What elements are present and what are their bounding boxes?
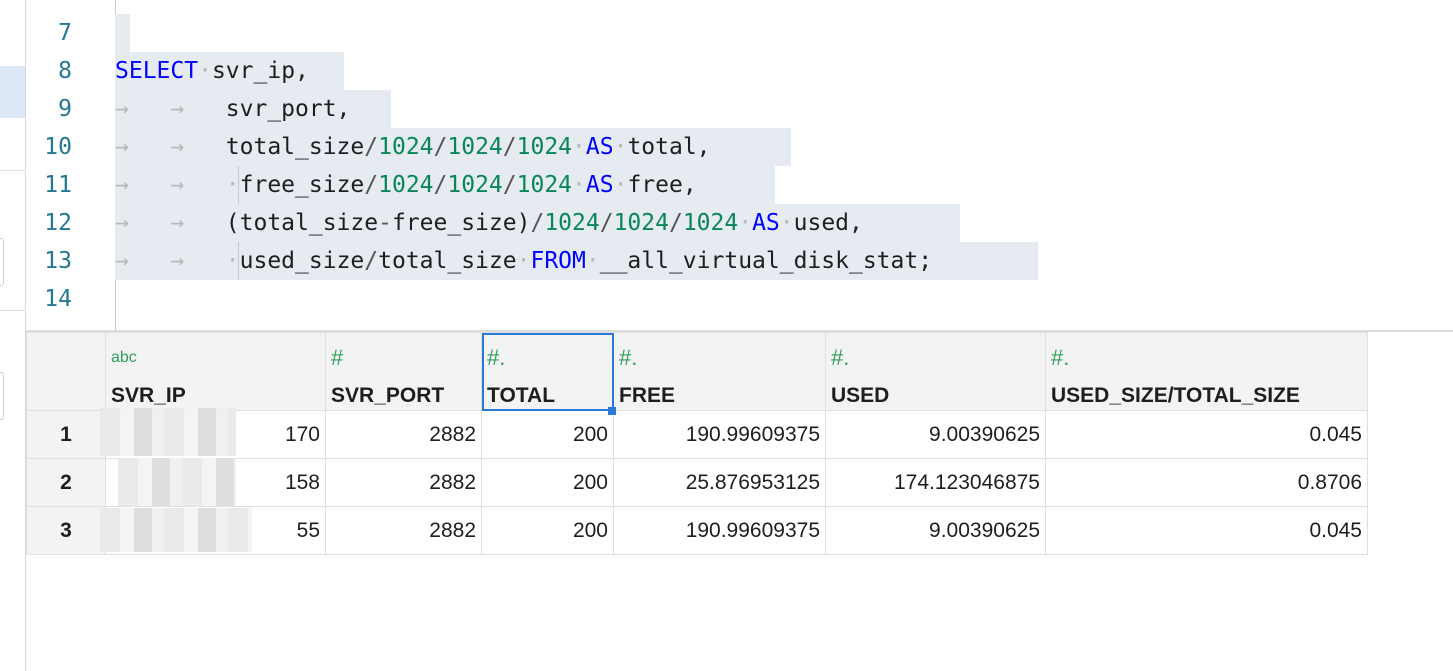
decimal-type-icon: #.	[831, 345, 850, 370]
line-number: 14	[44, 286, 72, 312]
column-selection-handle[interactable]	[608, 407, 616, 415]
redacted-ip	[100, 508, 252, 552]
editor-line[interactable]: 9 → → svr_port,	[26, 90, 1453, 128]
code-text: SELECT·svr_ip,	[115, 58, 309, 84]
code-text: → → (total_size-free_size)/1024/1024/102…	[115, 210, 863, 236]
text-type-icon: abc	[111, 349, 137, 366]
decimal-type-icon: #.	[1051, 345, 1070, 370]
identifier: svr_ip,	[211, 58, 309, 84]
keyword-as: AS	[585, 134, 614, 160]
column-header-label: SVR_PORT	[331, 384, 445, 407]
column-header-label: SVR_IP	[111, 384, 186, 407]
column-header-total[interactable]: #. TOTAL	[481, 332, 614, 411]
identifier: __all_virtual_disk_stat;	[599, 248, 933, 274]
column-header-label: TOTAL	[487, 384, 556, 407]
left-panel-control[interactable]	[0, 238, 4, 286]
number-type-icon: #	[331, 345, 344, 370]
line-number: 12	[44, 210, 72, 236]
editor-line[interactable]: 8 SELECT·svr_ip,	[26, 52, 1453, 90]
row-number[interactable]: 2	[26, 458, 106, 507]
cell-svr-port[interactable]: 2882	[325, 458, 482, 507]
column-header-svr-ip[interactable]: abc SVR_IP	[105, 332, 326, 411]
column-header-used-ratio[interactable]: #. USED_SIZE/TOTAL_SIZE	[1045, 332, 1368, 411]
decimal-type-icon: #.	[487, 345, 506, 370]
identifier: total_size	[378, 248, 517, 274]
line-number: 7	[58, 20, 72, 46]
keyword-as: AS	[585, 172, 614, 198]
cell-used-ratio[interactable]: 0.8706	[1045, 458, 1368, 507]
line-number: 9	[58, 96, 72, 122]
left-panel-strip	[0, 0, 26, 671]
redacted-ip	[118, 458, 236, 506]
row-number-header[interactable]	[26, 332, 106, 411]
identifier: total_size	[225, 134, 365, 160]
redacted-ip	[100, 408, 236, 456]
keyword-from: FROM	[530, 248, 586, 274]
line-number: 8	[58, 58, 72, 84]
cell-used[interactable]: 174.123046875	[825, 458, 1046, 507]
column-header-label: USED_SIZE/TOTAL_SIZE	[1051, 384, 1300, 407]
column-header-label: USED	[831, 384, 890, 407]
column-header-svr-port[interactable]: # SVR_PORT	[325, 332, 482, 411]
cell-used[interactable]: 9.00390625	[825, 410, 1046, 459]
cell-free[interactable]: 190.99609375	[613, 410, 826, 459]
decimal-type-icon: #.	[619, 345, 638, 370]
editor-line[interactable]: 14	[26, 280, 1453, 318]
identifier: used,	[793, 210, 863, 236]
identifier: total,	[627, 134, 711, 160]
sql-editor[interactable]: 7 8 SELECT·svr_ip, 9 → → svr_port, 10 → …	[26, 0, 1453, 330]
line-number: 11	[44, 172, 72, 198]
editor-line[interactable]: 10 → → total_size/1024/1024/1024·AS·tota…	[26, 128, 1453, 166]
left-panel-divider	[0, 310, 25, 311]
cell-svr-port[interactable]: 2882	[325, 410, 482, 459]
row-number[interactable]: 1	[26, 410, 106, 459]
cell-total[interactable]: 200	[481, 506, 614, 555]
column-header-used[interactable]: #. USED	[825, 332, 1046, 411]
identifier: free_size	[239, 172, 365, 198]
row-number[interactable]: 3	[26, 506, 106, 555]
identifier: svr_port,	[225, 96, 351, 122]
cell-free[interactable]: 25.876953125	[613, 458, 826, 507]
identifier: free,	[627, 172, 697, 198]
identifier: used_size	[239, 248, 365, 274]
cell-total[interactable]: 200	[481, 458, 614, 507]
editor-line[interactable]: 7	[26, 14, 1453, 52]
column-header-label: FREE	[619, 384, 676, 407]
left-panel-divider	[0, 170, 25, 171]
editor-line[interactable]: 13 → → ·used_size/total_size·FROM·__all_…	[26, 242, 1453, 280]
identifier: (total_size	[225, 210, 379, 236]
editor-line[interactable]: 12 → → (total_size-free_size)/1024/1024/…	[26, 204, 1453, 242]
selection-highlight	[115, 14, 130, 52]
cell-used-ratio[interactable]: 0.045	[1045, 506, 1368, 555]
keyword-as: AS	[752, 210, 780, 236]
code-text: → → ·free_size/1024/1024/1024·AS·free,	[115, 172, 697, 198]
column-header-free[interactable]: #. FREE	[613, 332, 826, 411]
cell-used[interactable]: 9.00390625	[825, 506, 1046, 555]
editor-line[interactable]: 11 → → ·free_size/1024/1024/1024·AS·free…	[26, 166, 1453, 204]
code-text: → → total_size/1024/1024/1024·AS·total,	[115, 134, 711, 160]
cell-used-ratio[interactable]: 0.045	[1045, 410, 1368, 459]
keyword-select: SELECT	[115, 58, 199, 84]
identifier: free_size)	[391, 210, 531, 236]
left-panel-active-item[interactable]	[0, 66, 25, 118]
line-number: 13	[44, 248, 72, 274]
code-text: → → ·used_size/total_size·FROM·__all_vir…	[115, 248, 933, 274]
code-text: → → svr_port,	[115, 96, 351, 122]
header-row: abc SVR_IP # SVR_PORT #. TOTAL #. FREE #…	[26, 332, 1368, 411]
left-panel-control[interactable]	[0, 372, 4, 420]
cell-svr-port[interactable]: 2882	[325, 506, 482, 555]
cell-free[interactable]: 190.99609375	[613, 506, 826, 555]
cell-total[interactable]: 200	[481, 410, 614, 459]
line-number: 10	[44, 134, 72, 160]
